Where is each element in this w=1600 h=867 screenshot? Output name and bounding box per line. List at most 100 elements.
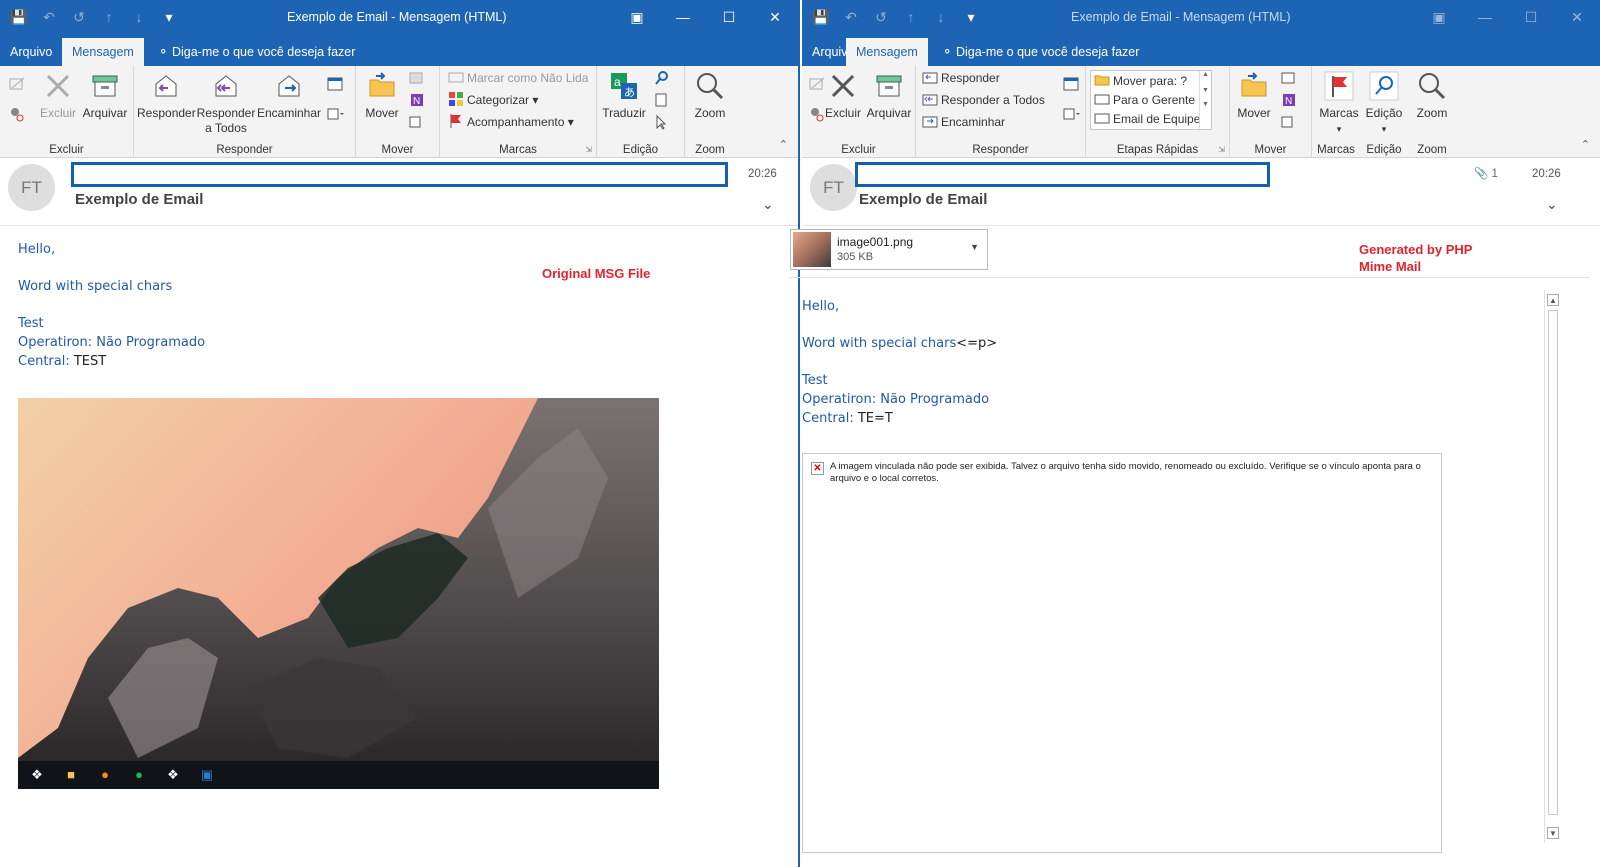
tags-button[interactable]: Marcas ▾ [1316, 70, 1362, 137]
move-group-label: Mover [1254, 144, 1287, 156]
delete-button[interactable]: Excluir [822, 70, 864, 121]
ribbon-display-options-icon[interactable]: ▣ [1416, 0, 1462, 34]
reply-all-button[interactable]: Responder a Todos [922, 90, 1045, 110]
forward-button[interactable]: Encaminhar [922, 112, 1005, 132]
find-icon[interactable] [653, 70, 671, 86]
reply-all-button[interactable]: Responder a Todos [196, 70, 256, 136]
categorize-button[interactable]: Categorizar ▾ [448, 90, 538, 110]
reply-icon [922, 72, 938, 84]
meeting-reply-icon[interactable] [1062, 76, 1080, 92]
tab-message[interactable]: Mensagem [62, 38, 144, 66]
customize-toolbar-icon[interactable]: ▾ [156, 7, 182, 27]
window-controls: ▣ — ☐ ✕ [614, 0, 798, 34]
slack-icon[interactable]: ❖ [162, 764, 184, 786]
firefox-icon[interactable]: ● [94, 764, 116, 786]
more-respond-icon[interactable] [326, 106, 344, 122]
scroll-thumb[interactable] [1548, 310, 1558, 815]
related-icon[interactable] [653, 92, 671, 108]
broken-image-message: A imagem vinculada não pode ser exibida.… [830, 461, 1421, 484]
minimize-button[interactable]: — [1462, 0, 1508, 34]
scroll-down-icon[interactable]: ▼ [1547, 827, 1559, 839]
forward-button[interactable]: Encaminhar [256, 70, 322, 121]
expand-header-icon[interactable]: ⌄ [762, 196, 774, 213]
reply-button[interactable]: Responder [137, 70, 196, 121]
redo-icon[interactable]: ↺ [868, 7, 894, 27]
attachment-chip[interactable]: image001.png 305 KB ▼ [790, 229, 988, 270]
redo-icon[interactable]: ↺ [66, 7, 92, 27]
body-scrollbar[interactable]: ▲ ▼ [1544, 290, 1560, 843]
quick-step-team-email[interactable]: Email de Equipe [1094, 109, 1200, 129]
tab-file[interactable]: Arquivo [0, 38, 62, 66]
quick-step-move-to[interactable]: Mover para: ? [1094, 71, 1187, 91]
outlook-icon[interactable]: ▣ [196, 764, 218, 786]
collapse-ribbon-icon[interactable]: ⌃ [779, 138, 788, 151]
customize-toolbar-icon[interactable]: ▾ [958, 7, 984, 27]
dialog-launcher-icon[interactable]: ⇲ [1218, 145, 1225, 154]
edit-button[interactable]: Edição ▾ [1362, 70, 1406, 137]
expand-header-icon[interactable]: ⌄ [1546, 196, 1558, 213]
rules-icon[interactable] [408, 70, 426, 86]
actions-icon[interactable] [1280, 114, 1298, 130]
zoom-button[interactable]: Zoom [1410, 70, 1454, 121]
archive-button[interactable]: Arquivar [864, 70, 914, 121]
mark-unread-button[interactable]: Marcar como Não Lida [448, 68, 588, 88]
tab-message[interactable]: Mensagem [846, 38, 928, 66]
quick-steps-gallery[interactable]: Mover para: ? Para o Gerente Email de Eq… [1090, 70, 1212, 131]
tell-me-label: Diga-me o que você deseja fazer [955, 45, 1140, 59]
envelope-icon [1094, 113, 1110, 124]
maximize-button[interactable]: ☐ [706, 0, 752, 34]
close-button[interactable]: ✕ [752, 0, 798, 34]
attachment-name: image001.png [837, 235, 914, 249]
previous-item-icon[interactable]: ↑ [96, 7, 122, 27]
file-explorer-icon[interactable]: ■ [60, 764, 82, 786]
quick-steps-scroll[interactable]: ▲ ▼ ▼ [1199, 71, 1211, 131]
select-icon[interactable] [653, 114, 671, 130]
special-chars-line: Word with special chars [18, 279, 173, 294]
followup-button[interactable]: Acompanhamento ▾ [448, 112, 574, 132]
tell-me-search[interactable]: ⚬ Diga-me o que você deseja fazer [942, 38, 1139, 66]
ribbon-display-options-icon[interactable]: ▣ [614, 0, 660, 34]
move-button[interactable]: Mover [362, 70, 402, 121]
previous-item-icon[interactable]: ↑ [898, 7, 924, 27]
envelope-icon [448, 72, 464, 83]
save-icon[interactable]: 💾 [808, 7, 834, 27]
minimize-button[interactable]: — [660, 0, 706, 34]
undo-icon[interactable]: ↶ [838, 7, 864, 27]
spotify-icon[interactable]: ● [128, 764, 150, 786]
delete-button[interactable]: Excluir [38, 70, 78, 121]
forward-icon [922, 116, 938, 128]
archive-label: Arquivar [866, 106, 912, 120]
collapse-ribbon-icon[interactable]: ⌃ [1581, 138, 1590, 151]
scroll-up-icon[interactable]: ▲ [1547, 294, 1559, 306]
tell-me-search[interactable]: ⚬ Diga-me o que você deseja fazer [158, 38, 355, 66]
next-item-icon[interactable]: ↓ [126, 7, 152, 27]
undo-icon[interactable]: ↶ [36, 7, 62, 27]
maximize-button[interactable]: ☐ [1508, 0, 1554, 34]
dialog-launcher-icon[interactable]: ⇲ [585, 145, 592, 154]
archive-button[interactable]: Arquivar [80, 70, 130, 121]
embedded-desktop-image: ❖ ■ ● ● ❖ ▣ [18, 398, 659, 789]
next-item-icon[interactable]: ↓ [928, 7, 954, 27]
onenote-icon[interactable]: N [1280, 92, 1298, 108]
quick-step-to-manager[interactable]: Para o Gerente [1094, 90, 1195, 110]
annotation-label: Original MSG File [542, 266, 651, 281]
rules-icon[interactable] [1280, 70, 1298, 86]
zoom-button[interactable]: Zoom [689, 70, 731, 121]
actions-icon[interactable] [408, 114, 426, 130]
close-button[interactable]: ✕ [1554, 0, 1600, 34]
attachment-indicator: 📎 1 [1474, 168, 1498, 180]
windows-start-icon[interactable]: ❖ [26, 764, 48, 786]
more-respond-icon[interactable] [1062, 106, 1080, 122]
reply-button[interactable]: Responder [922, 68, 1000, 88]
translate-button[interactable]: aあ Traduzir [601, 70, 647, 121]
ribbon-tabs: Arquivo Mensagem ⚬ Diga-me o que você de… [0, 34, 798, 66]
onenote-icon[interactable]: N [408, 92, 426, 108]
move-button[interactable]: Mover [1234, 70, 1274, 121]
forward-label: Encaminhar [256, 106, 322, 120]
zoom-icon [1419, 73, 1446, 100]
meeting-reply-icon[interactable] [326, 76, 344, 92]
junk-icon[interactable] [8, 106, 26, 122]
ignore-icon[interactable] [8, 76, 26, 92]
save-icon[interactable]: 💾 [6, 7, 32, 27]
attachment-dropdown-icon[interactable]: ▼ [970, 242, 979, 252]
